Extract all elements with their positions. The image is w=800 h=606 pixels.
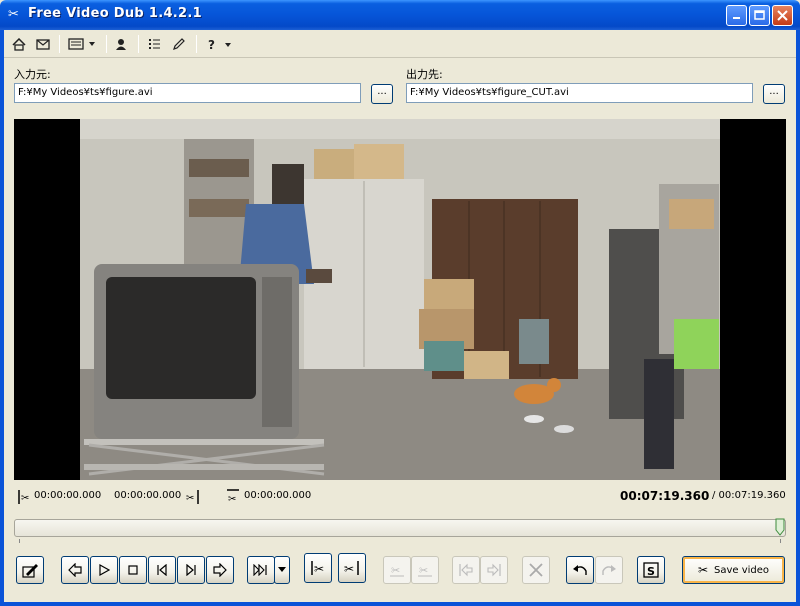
- mail-icon[interactable]: [34, 34, 52, 54]
- maximize-button[interactable]: [749, 5, 770, 26]
- next-cut-button[interactable]: [480, 556, 508, 584]
- cut-start-icon: ✂: [311, 561, 324, 576]
- video-preview: [14, 119, 786, 480]
- cut-end-icon: ✂: [344, 561, 359, 576]
- svg-text:✂: ✂: [21, 493, 29, 504]
- cut-end-icon: ✂: [186, 489, 200, 508]
- cut-end-time: 00:00:00.000: [114, 490, 182, 501]
- svg-text:S: S: [647, 565, 655, 578]
- title-bar: ✂ Free Video Dub 1.4.2.1: [0, 0, 800, 30]
- window-frame-right: [796, 30, 800, 606]
- window-frame-bottom: [0, 602, 800, 606]
- set-cut-start-button[interactable]: ✂: [304, 553, 332, 583]
- input-label: 入力元:: [14, 68, 51, 81]
- toolbar: ?: [4, 30, 796, 58]
- edit-icon: [22, 564, 38, 578]
- fast-forward-button[interactable]: [247, 556, 275, 584]
- pen-icon[interactable]: [169, 34, 187, 54]
- toolbar-separator: [196, 35, 197, 53]
- set-cut-end-button[interactable]: ✂: [338, 553, 366, 583]
- seek-tick-end: [780, 539, 781, 543]
- toolbar-separator: [59, 35, 60, 53]
- delete-icon: [529, 563, 543, 577]
- cut-end-disabled-icon: ✂: [418, 564, 432, 577]
- save-video-label: Save video: [714, 564, 770, 576]
- close-button[interactable]: [772, 5, 793, 26]
- skip-forward-button[interactable]: [177, 556, 205, 584]
- video-frame: [80, 119, 720, 480]
- prev-frame-button[interactable]: [61, 556, 89, 584]
- stop-button[interactable]: [119, 556, 147, 584]
- next-frame-button[interactable]: [206, 556, 234, 584]
- output-path-field[interactable]: F:¥My Videos¥ts¥figure_CUT.avi: [406, 83, 753, 103]
- open-file-button[interactable]: [16, 556, 44, 584]
- skip-back-button[interactable]: [148, 556, 176, 584]
- go-to-cut-end-button[interactable]: ✂: [411, 556, 439, 584]
- svg-text:?: ?: [208, 38, 215, 51]
- window-title: Free Video Dub 1.4.2.1: [28, 6, 202, 21]
- svg-text:✂: ✂: [314, 562, 324, 576]
- arrow-left-icon: [68, 563, 82, 577]
- arrow-right-icon: [213, 563, 227, 577]
- cut-start-icon: ✂: [16, 489, 30, 508]
- total-time: / 00:07:19.360: [712, 490, 786, 501]
- scissors-icon: ✂: [8, 7, 19, 22]
- svg-text:✂: ✂: [391, 564, 400, 577]
- minimize-button[interactable]: [726, 5, 747, 26]
- redo-button[interactable]: [595, 556, 623, 584]
- dollar-box-icon: S: [643, 562, 659, 578]
- next-cut-icon: [487, 563, 501, 577]
- output-label: 出力先:: [406, 68, 443, 81]
- help-icon[interactable]: ?: [203, 34, 237, 54]
- prev-cut-icon: [459, 563, 473, 577]
- position-icon: ✂: [226, 489, 240, 508]
- svg-text:✂: ✂: [344, 562, 354, 576]
- prev-cut-button[interactable]: [452, 556, 480, 584]
- current-time: 00:07:19.360: [620, 489, 710, 503]
- position-time: 00:00:00.000: [244, 490, 312, 501]
- stop-icon: [128, 565, 138, 575]
- go-to-cut-start-button[interactable]: ✂: [383, 556, 411, 584]
- fast-forward-icon: [253, 564, 267, 576]
- user-icon[interactable]: [112, 34, 130, 54]
- checklist-icon[interactable]: [145, 34, 163, 54]
- seek-bar[interactable]: [14, 519, 786, 543]
- fast-forward-dropdown[interactable]: [274, 556, 290, 584]
- seek-tick-start: [19, 539, 20, 543]
- play-button[interactable]: [90, 556, 118, 584]
- scissors-icon: ✂: [697, 563, 708, 577]
- svg-text:✂: ✂: [419, 564, 428, 577]
- redo-icon: [602, 565, 616, 575]
- svg-text:✂: ✂: [186, 493, 194, 504]
- delete-cut-button[interactable]: [522, 556, 550, 584]
- toolbar-separator: [138, 35, 139, 53]
- seek-thumb[interactable]: [775, 518, 785, 536]
- window-frame-left: [0, 30, 4, 606]
- save-video-button[interactable]: ✂ Save video: [682, 556, 785, 584]
- save-settings-button[interactable]: S: [637, 556, 665, 584]
- cut-start-disabled-icon: ✂: [390, 564, 404, 577]
- input-browse-button[interactable]: ...: [371, 84, 393, 104]
- menu-list-icon[interactable]: [66, 34, 100, 54]
- skip-back-icon: [157, 564, 167, 576]
- cut-start-time: 00:00:00.000: [34, 490, 102, 501]
- input-path-field[interactable]: F:¥My Videos¥ts¥figure.avi: [14, 83, 361, 103]
- toolbar-separator: [106, 35, 107, 53]
- chevron-down-icon: [278, 567, 286, 572]
- undo-icon: [573, 565, 587, 575]
- play-icon: [99, 564, 110, 576]
- undo-button[interactable]: [566, 556, 594, 584]
- skip-forward-icon: [186, 564, 196, 576]
- home-icon[interactable]: [10, 34, 28, 54]
- output-browse-button[interactable]: ...: [763, 84, 785, 104]
- svg-text:✂: ✂: [228, 494, 236, 505]
